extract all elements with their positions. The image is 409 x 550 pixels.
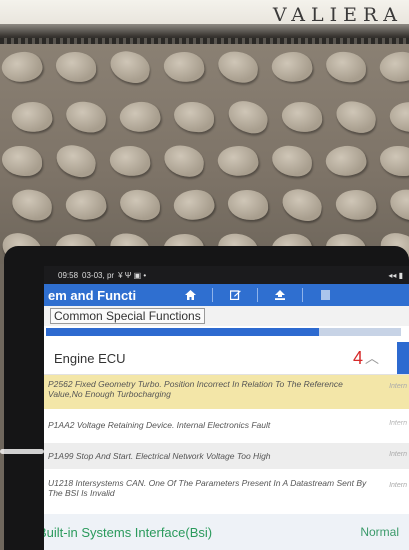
upload-button[interactable] xyxy=(258,284,302,306)
mat-bump xyxy=(107,48,153,86)
mat-bump xyxy=(162,143,206,179)
status-bar: 09:58 03-03, pr ¥ Ψ ▣ • ◂◂ ▮ xyxy=(44,266,409,284)
status-date: 03-03, pr xyxy=(82,270,115,280)
mat-bump xyxy=(10,187,54,223)
mat-bump xyxy=(55,51,97,83)
status-time: 09:58 xyxy=(58,270,79,280)
toolbar: em and Functi xyxy=(44,284,409,306)
tablet-screen: 09:58 03-03, pr ¥ Ψ ▣ • ◂◂ ▮ em and Func… xyxy=(44,266,409,550)
fault-row[interactable]: P1A99 Stop And Start. Electrical Network… xyxy=(44,443,409,469)
upload-icon xyxy=(275,290,285,300)
bsi-status: Normal xyxy=(360,525,399,539)
ecu-row-bsi[interactable]: Built-in Systems Interface(Bsi) Normal xyxy=(44,514,409,550)
mat-bump xyxy=(215,143,261,179)
fault-count: 4 xyxy=(352,347,363,368)
textured-mat xyxy=(0,44,409,269)
progress-fill xyxy=(46,328,320,336)
mat-bump xyxy=(216,49,260,85)
mat-bump xyxy=(227,189,269,221)
fault-description: P1AA2 Voltage Retaining Device. Internal… xyxy=(48,420,271,430)
ecu-name: Engine ECU xyxy=(54,350,126,366)
mat-bump xyxy=(173,101,215,133)
fault-description: U1218 Intersystems CAN. One Of The Param… xyxy=(48,478,367,498)
screen-glare xyxy=(0,449,44,454)
mat-bump xyxy=(117,98,163,136)
mat-bump xyxy=(170,185,218,225)
fault-state: Intern xyxy=(389,482,407,489)
paper-handwriting: VALIERA xyxy=(272,4,403,26)
square-icon xyxy=(320,290,330,300)
fault-description: P1A99 Stop And Start. Electrical Network… xyxy=(48,451,271,461)
mat-bump xyxy=(64,100,108,134)
mat-bump xyxy=(119,189,161,221)
mat-bump xyxy=(380,146,409,176)
fault-row[interactable]: P2562 Fixed Geometry Turbo. Position Inc… xyxy=(44,375,409,409)
mat-bump xyxy=(323,141,369,181)
home-button[interactable] xyxy=(168,284,212,306)
bsi-name: Built-in Systems Interface(Bsi) xyxy=(44,524,213,540)
mat-bump xyxy=(10,99,54,135)
mat-bump xyxy=(334,187,378,223)
ecu-status-tag xyxy=(397,342,409,374)
chevron-up-icon[interactable]: ︿ xyxy=(365,348,379,368)
mat-bump xyxy=(224,97,272,137)
edit-icon xyxy=(229,290,241,300)
fault-row[interactable]: U1218 Intersystems CAN. One Of The Param… xyxy=(44,474,409,508)
mat-bump xyxy=(269,48,315,86)
mat-bump xyxy=(162,49,206,85)
mat-bump xyxy=(376,47,409,87)
mat-bump xyxy=(333,98,379,136)
mat-bump xyxy=(388,99,409,135)
mat-bump xyxy=(53,142,99,180)
home-icon xyxy=(184,290,196,300)
mat-bump xyxy=(388,187,409,223)
fault-state: Intern xyxy=(389,451,407,458)
ecu-row-engine[interactable]: Engine ECU 4 ︿ xyxy=(44,342,409,375)
status-icons: ¥ Ψ ▣ • xyxy=(118,270,147,280)
mat-bump xyxy=(108,144,152,178)
edit-button[interactable] xyxy=(213,284,257,306)
progress-bar xyxy=(46,328,401,336)
mat-bump xyxy=(281,100,323,134)
mat-bump xyxy=(325,50,367,84)
fault-state: Intern xyxy=(389,383,407,390)
page-title: em and Functi xyxy=(48,287,137,303)
mat-bump xyxy=(1,145,43,177)
mat-bump xyxy=(271,144,313,178)
breadcrumb: Common Special Functions xyxy=(44,306,409,326)
more-button[interactable] xyxy=(303,284,347,306)
mat-bump xyxy=(0,47,46,87)
mat-bump xyxy=(279,186,325,224)
mat-bump xyxy=(63,186,109,224)
breadcrumb-item[interactable]: Common Special Functions xyxy=(50,308,205,324)
status-battery-icon: ◂◂ ▮ xyxy=(388,270,403,280)
fault-description: P2562 Fixed Geometry Turbo. Position Inc… xyxy=(48,379,343,399)
